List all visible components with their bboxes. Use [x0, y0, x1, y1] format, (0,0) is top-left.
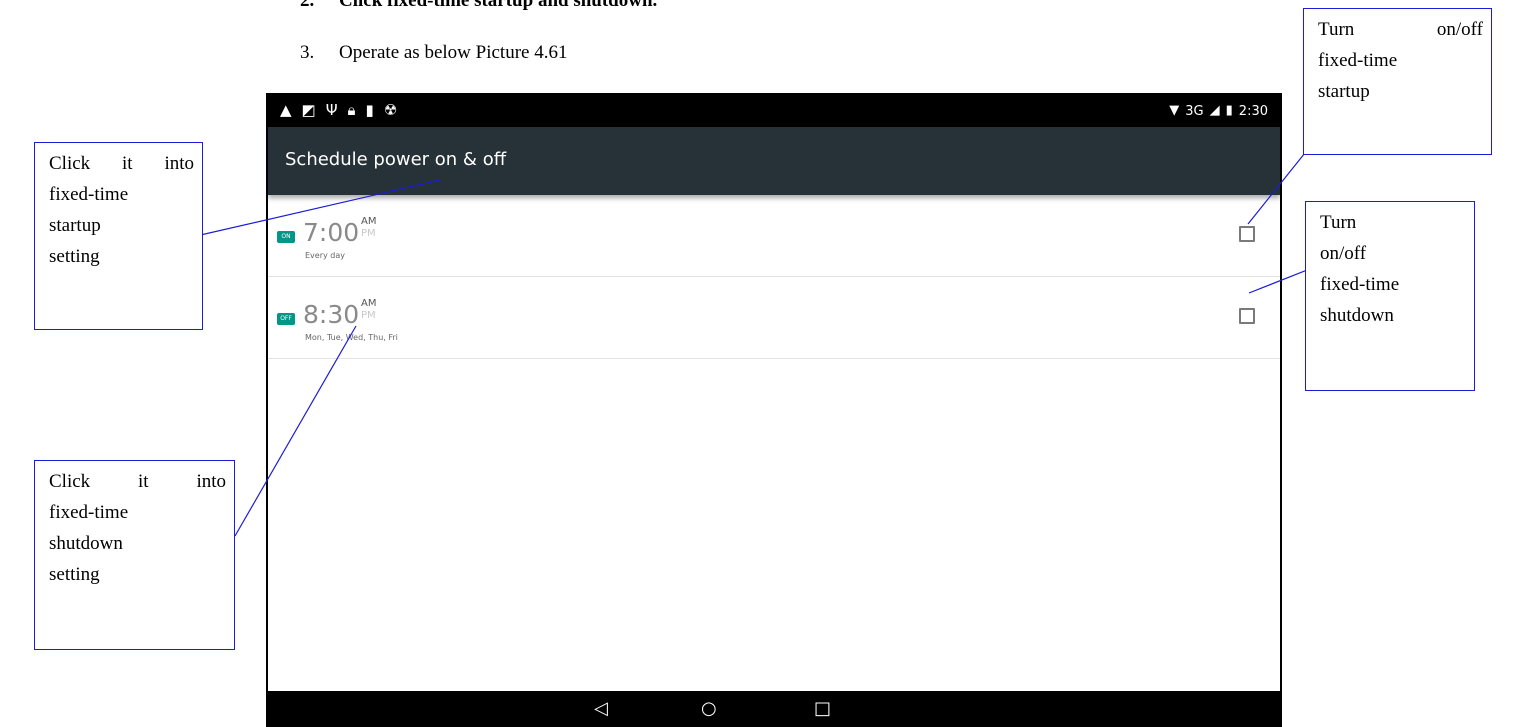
callout-line: fixed-time	[49, 502, 129, 523]
callout-line: fixed-time	[1320, 274, 1400, 295]
callout-line: shutdown	[49, 533, 123, 554]
device-screenshot: ▲ ◩ Ψ 🔒︎ ▮ ☢︎ ▼ 3G ◢ ▮ 2:30 Schedule pow…	[266, 93, 1282, 727]
callout-startup-setting: Click it into fixed-time startup setting	[34, 142, 203, 330]
callout-line: startup	[1318, 81, 1370, 102]
shutdown-checkbox[interactable]	[1239, 308, 1255, 324]
callout-line: Click it into	[49, 471, 226, 492]
network-type: 3G	[1185, 103, 1204, 119]
callout-line: fixed-time	[1318, 50, 1398, 71]
am-pm-indicator: AM PM	[361, 216, 376, 240]
status-bar: ▲ ◩ Ψ 🔒︎ ▮ ☢︎ ▼ 3G ◢ ▮ 2:30	[268, 95, 1280, 127]
debug-icon: ☢︎	[383, 101, 398, 119]
am-label: AM	[361, 298, 377, 309]
signal-icon: ◢	[1209, 103, 1220, 118]
status-icons-left: ▲ ◩ Ψ 🔒︎ ▮ ☢︎	[280, 100, 397, 120]
callout-line: startup	[49, 215, 101, 236]
lock-icon: 🔒︎	[347, 101, 356, 119]
home-icon[interactable]: ○	[701, 698, 717, 720]
step-3-number: 3.	[300, 42, 315, 63]
schedule-row-shutdown[interactable]: OFF 8:30 AM PM Mon, Tue, Wed, Thu, Fri	[268, 277, 1280, 359]
usb-icon: Ψ	[325, 101, 338, 119]
schedule-time: 7:00	[303, 218, 360, 247]
device-screen: ▲ ◩ Ψ 🔒︎ ▮ ☢︎ ▼ 3G ◢ ▮ 2:30 Schedule pow…	[268, 95, 1280, 727]
am-label: AM	[361, 216, 377, 227]
callout-line: fixed-time	[49, 184, 129, 205]
page-title: Schedule power on & off	[285, 149, 507, 170]
callout-toggle-shutdown: Turn on/off fixed-time shutdown	[1305, 201, 1475, 391]
status-badge-off: OFF	[277, 313, 295, 325]
step-3-text: 3. Operate as below Picture 4.61	[300, 41, 567, 65]
startup-checkbox[interactable]	[1239, 226, 1255, 242]
status-icons-right: ▼ 3G ◢ ▮ 2:30	[1169, 101, 1268, 121]
pm-label: PM	[361, 228, 376, 239]
callout-shutdown-setting: Click it into fixed-time shutdown settin…	[34, 460, 235, 650]
sdcard-icon: ▮	[365, 101, 374, 119]
recent-apps-icon[interactable]: □	[814, 698, 831, 720]
callout-line: Turn on/off	[1318, 19, 1483, 40]
wifi-icon: ▼	[1169, 103, 1180, 118]
schedule-days: Every day	[305, 251, 345, 260]
schedule-row-startup[interactable]: ON 7:00 AM PM Every day	[268, 195, 1280, 277]
schedule-days: Mon, Tue, Wed, Thu, Fri	[305, 333, 398, 342]
screenshot-icon: ◩	[301, 101, 316, 119]
callout-line: setting	[49, 246, 100, 267]
step-2-number: 2.	[300, 0, 315, 11]
app-toolbar: Schedule power on & off	[268, 127, 1280, 195]
status-badge-on: ON	[277, 231, 295, 243]
callout-line: Click it into	[49, 153, 194, 174]
callout-line: setting	[49, 564, 100, 585]
step-2-text: 2. Click fixed-time startup and shutdown.	[300, 0, 657, 13]
step-3-label: Operate as below Picture 4.61	[339, 42, 568, 63]
status-time: 2:30	[1238, 103, 1268, 119]
schedule-time: 8:30	[303, 300, 360, 329]
step-2-label: Click fixed-time startup and shutdown.	[339, 0, 658, 11]
battery-icon: ▮	[1225, 103, 1233, 118]
back-icon[interactable]: ◁	[594, 698, 608, 720]
callout-line: shutdown	[1320, 305, 1394, 326]
warning-icon: ▲	[280, 101, 292, 119]
pm-label: PM	[361, 310, 376, 321]
schedule-list: ON 7:00 AM PM Every day OFF 8:30 AM PM M…	[268, 195, 1280, 359]
callout-line: Turn	[1320, 212, 1357, 233]
navigation-bar: ◁ ○ □	[268, 691, 1280, 727]
callout-line: on/off	[1320, 243, 1367, 264]
callout-toggle-startup: Turn on/off fixed-time startup	[1303, 8, 1492, 155]
am-pm-indicator: AM PM	[361, 298, 376, 322]
